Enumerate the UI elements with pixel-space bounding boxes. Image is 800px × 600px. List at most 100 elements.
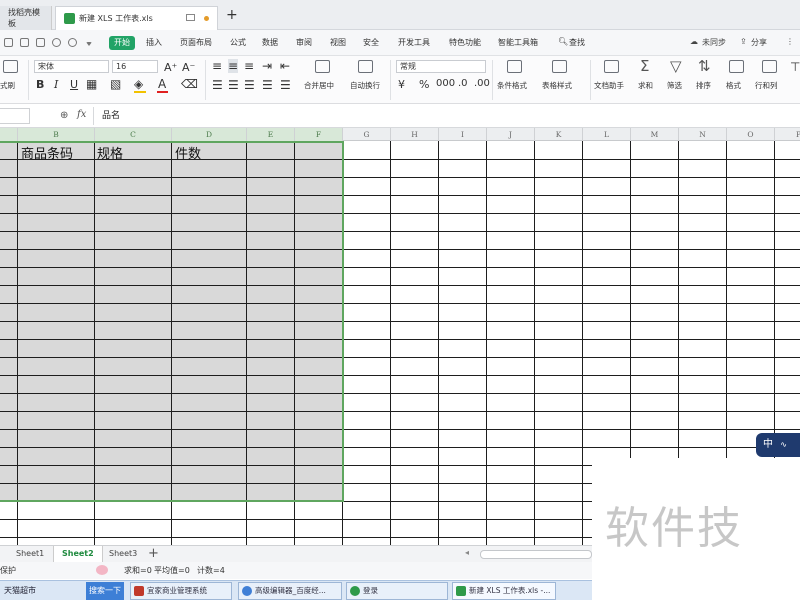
worksheet-icon[interactable]: ⊤	[790, 60, 800, 74]
menu-smart-toolbox[interactable]: 智能工具箱	[498, 37, 538, 48]
align-middle-icon[interactable]: ≡	[228, 59, 239, 73]
taskbar-search-button[interactable]: 搜索一下	[86, 582, 124, 600]
column-header[interactable]: I	[439, 128, 487, 141]
italic-icon[interactable]: I	[54, 78, 58, 91]
increase-decimal-icon[interactable]: .0	[458, 78, 468, 89]
sheet-tab-1[interactable]: Sheet1	[8, 546, 52, 562]
sync-status[interactable]: 未同步	[702, 37, 726, 48]
decrease-decimal-icon[interactable]: .00	[474, 78, 490, 89]
search-icon[interactable]: 🔍︎	[558, 37, 568, 46]
sort-label[interactable]: 排序	[696, 80, 711, 91]
wrap-text-icon[interactable]	[358, 60, 373, 73]
column-header[interactable]: O	[727, 128, 775, 141]
window-icon[interactable]	[186, 14, 195, 21]
menu-security[interactable]: 安全	[363, 37, 379, 48]
menu-page-layout[interactable]: 页面布局	[180, 37, 212, 48]
protect-status[interactable]: 保护	[0, 562, 16, 579]
formula-input[interactable]: 品名	[93, 107, 800, 125]
column-header[interactable]: B	[18, 128, 95, 141]
menu-start[interactable]: 开始	[109, 36, 135, 50]
horizontal-scrollbar[interactable]	[480, 550, 592, 559]
font-size-select[interactable]: 16	[112, 60, 158, 73]
menu-icon[interactable]	[4, 38, 13, 47]
conditional-format-icon[interactable]	[507, 60, 522, 73]
sort-icon[interactable]: ⇅	[698, 59, 711, 74]
share-button[interactable]: 分享	[751, 37, 767, 48]
conditional-format-label[interactable]: 条件格式	[497, 80, 527, 91]
cell-barcode-header[interactable]: 商品条码	[21, 143, 73, 162]
taskbar-item[interactable]: 高级编辑器_百度经...	[238, 582, 342, 600]
font-name-select[interactable]: 宋体	[34, 60, 109, 73]
row-column-icon[interactable]	[762, 60, 777, 73]
doc-helper-label[interactable]: 文档助手	[594, 80, 624, 91]
format-icon[interactable]	[729, 60, 744, 73]
column-header[interactable]: L	[583, 128, 631, 141]
column-header[interactable]: K	[535, 128, 583, 141]
fx-icon[interactable]: fx	[77, 109, 86, 120]
column-header[interactable]: D	[172, 128, 247, 141]
grow-font-icon[interactable]: A⁺	[164, 61, 177, 74]
tab-template[interactable]: 找稻壳模板	[0, 6, 52, 30]
sheet-tab-2[interactable]: Sheet2	[53, 546, 103, 562]
column-header[interactable]: J	[487, 128, 535, 141]
number-format-select[interactable]: 常规	[396, 60, 486, 73]
scroll-left-icon[interactable]: ◂	[465, 548, 469, 557]
sum-icon[interactable]: Σ	[640, 59, 649, 74]
menu-insert[interactable]: 插入	[146, 37, 162, 48]
zoom-icon[interactable]: ⊕	[60, 110, 68, 121]
filter-icon[interactable]: ▽	[670, 59, 682, 74]
menu-view[interactable]: 视图	[330, 37, 346, 48]
align-bottom-icon[interactable]: ≡	[244, 59, 254, 73]
tab-workbook[interactable]: 新建 XLS 工作表.xls	[55, 6, 218, 30]
column-header[interactable]: P	[775, 128, 800, 141]
doc-helper-icon[interactable]	[604, 60, 619, 73]
save-icon[interactable]	[20, 38, 29, 47]
border-icon[interactable]: ▦	[86, 77, 97, 91]
menu-developer[interactable]: 开发工具	[398, 37, 430, 48]
merge-center-icon[interactable]	[315, 60, 330, 73]
chevron-down-icon[interactable]	[86, 42, 92, 46]
column-header[interactable]: N	[679, 128, 727, 141]
underline-icon[interactable]: U	[70, 78, 78, 91]
name-box[interactable]	[0, 108, 30, 124]
print-icon[interactable]	[36, 38, 45, 47]
clear-icon[interactable]: ⌫	[181, 77, 198, 91]
table-style-label[interactable]: 表格样式	[542, 80, 572, 91]
menu-formula[interactable]: 公式	[230, 37, 246, 48]
cell-style-icon[interactable]: ▧	[110, 77, 121, 91]
redo-icon[interactable]	[68, 38, 77, 47]
format-painter-icon[interactable]	[3, 60, 18, 73]
percent-icon[interactable]: %	[419, 78, 429, 91]
thousands-icon[interactable]: 000	[436, 78, 455, 89]
column-header[interactable]: G	[343, 128, 391, 141]
outdent-icon[interactable]: ⇤	[280, 59, 290, 73]
shrink-font-icon[interactable]: A⁻	[182, 61, 195, 74]
taskbar-item[interactable]: 宜家商业管理系统	[130, 582, 232, 600]
menu-features[interactable]: 特色功能	[449, 37, 481, 48]
menu-review[interactable]: 审阅	[296, 37, 312, 48]
wrap-text-label[interactable]: 自动换行	[350, 80, 380, 91]
cell-quantity-header[interactable]: 件数	[175, 143, 201, 162]
column-header[interactable]: F	[295, 128, 343, 141]
more-icon[interactable]: ⋮	[786, 37, 794, 46]
distribute-icon[interactable]: ☰	[280, 78, 291, 92]
ime-indicator[interactable]: 中 ∿	[756, 433, 800, 457]
font-color-icon[interactable]: A	[158, 77, 166, 91]
taskbar-start-item[interactable]: 天猫超市	[0, 582, 84, 600]
column-header[interactable]: E	[247, 128, 295, 141]
currency-icon[interactable]: ¥	[398, 78, 405, 91]
align-center-icon[interactable]: ☰	[228, 78, 239, 92]
fill-color-icon[interactable]: ◈	[134, 77, 143, 91]
column-header[interactable]: C	[95, 128, 172, 141]
add-sheet-button[interactable]: +	[148, 546, 159, 561]
row-column-label[interactable]: 行和列	[755, 80, 778, 91]
undo-icon[interactable]	[52, 38, 61, 47]
menu-search[interactable]: 查找	[569, 37, 585, 48]
cell-spec-header[interactable]: 规格	[97, 143, 123, 162]
format-label[interactable]: 格式	[726, 80, 741, 91]
column-header-a[interactable]	[0, 128, 18, 141]
menu-data[interactable]: 数据	[262, 37, 278, 48]
column-header[interactable]: M	[631, 128, 679, 141]
taskbar-item[interactable]: 登录	[346, 582, 448, 600]
sum-label[interactable]: 求和	[638, 80, 653, 91]
